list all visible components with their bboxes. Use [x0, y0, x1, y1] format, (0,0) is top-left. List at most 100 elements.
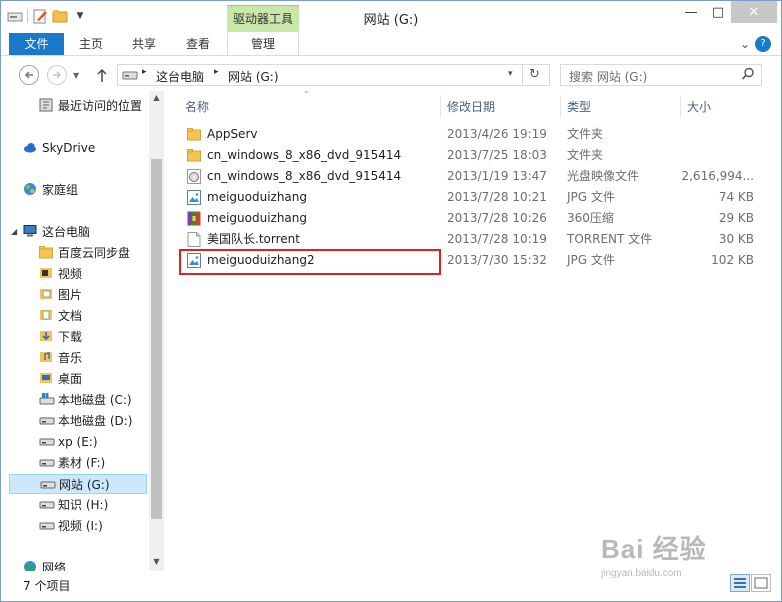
file-name: cn_windows_8_x86_dvd_915414 — [207, 169, 402, 183]
breadcrumb-drive-g[interactable]: 网站 (G:) — [228, 68, 279, 85]
file-type: 360压缩 — [567, 211, 614, 225]
sidebar-item[interactable]: xp (E:) — [9, 432, 98, 452]
navigation-pane: 最近访问的位置 SkyDrive 家庭组 ◢ 这台电脑 百度云同步盘视频图片 文档 下载音乐桌… — [9, 91, 149, 571]
videos-icon — [39, 266, 53, 280]
expand-arrow-icon[interactable]: ◢ — [11, 222, 17, 242]
file-type: JPG 文件 — [567, 253, 615, 267]
tab-view[interactable]: 查看 — [173, 33, 223, 55]
search-input[interactable]: 搜索 网站 (G:) — [569, 68, 647, 85]
sidebar-item[interactable]: 下载 — [9, 327, 82, 347]
sidebar-item[interactable]: 网络 — [9, 558, 66, 571]
forward-button[interactable] — [47, 65, 67, 85]
sidebar-item-label: 音乐 — [58, 351, 83, 365]
address-dropdown-icon[interactable]: ▾ — [508, 69, 513, 79]
sort-ascending-icon: ⌃ — [303, 90, 310, 99]
watermark-url: jingyan.baidu.com — [601, 568, 682, 579]
search-icon[interactable] — [741, 67, 755, 84]
file-row[interactable]: cn_windows_8_x86_dvd_915414 2013/1/19 13:… — [179, 166, 764, 187]
sidebar-item[interactable]: 本地磁盘 (D:) — [9, 411, 132, 431]
drive-icon — [122, 69, 138, 84]
up-button[interactable] — [95, 67, 109, 86]
sidebar-item[interactable]: 网站 (G:) — [9, 474, 147, 494]
sidebar-item[interactable]: 桌面 — [9, 369, 82, 389]
file-type: 光盘映像文件 — [567, 169, 640, 183]
desktop-icon — [39, 371, 53, 385]
sidebar-item[interactable]: 文档 — [9, 306, 82, 326]
breadcrumb-this-pc[interactable]: 这台电脑 — [156, 68, 204, 85]
file-row[interactable]: meiguoduizhang 2013/7/28 10:21 JPG 文件 74 KB — [179, 187, 764, 208]
back-arrow-icon — [24, 71, 33, 79]
sidebar-item-label: 视频 — [58, 267, 83, 281]
file-row[interactable]: 美国队长.torrent 2013/7/28 10:19 TORRENT 文件 30 … — [179, 229, 764, 250]
drive-icon — [40, 477, 56, 491]
column-header-name[interactable]: 名称 — [185, 97, 209, 117]
sidebar-item-label: 视频 (I:) — [58, 519, 103, 533]
sidebar-item[interactable]: 本地磁盘 (C:) — [9, 390, 132, 410]
sidebar-item[interactable]: 知识 (H:) — [9, 495, 108, 515]
ribbon-expand-icon[interactable]: ⌄ — [737, 33, 753, 55]
column-header-type[interactable]: 类型 — [567, 97, 591, 117]
sidebar-item-label: 桌面 — [58, 372, 83, 386]
scroll-down-icon[interactable]: ▼ — [151, 557, 162, 566]
sidebar-item[interactable]: ◢ 这台电脑 — [9, 222, 90, 242]
tab-home[interactable]: 主页 — [67, 33, 115, 55]
scroll-up-icon[interactable]: ▲ — [151, 93, 162, 102]
column-header-date[interactable]: 修改日期 — [447, 97, 495, 117]
folder-icon — [39, 245, 53, 259]
sidebar-item-label: 家庭组 — [42, 183, 79, 197]
drive-icon — [39, 497, 55, 511]
sidebar-item[interactable]: 最近访问的位置 — [9, 96, 142, 116]
computer-icon — [23, 224, 37, 238]
close-button[interactable]: ✕ — [731, 1, 777, 23]
file-type: TORRENT 文件 — [567, 232, 653, 246]
sidebar-item-label: 网站 (G:) — [59, 478, 110, 492]
tab-share[interactable]: 共享 — [119, 33, 169, 55]
sidebar-item[interactable]: 视频 — [9, 264, 82, 284]
file-size: 29 KB — [718, 211, 754, 225]
back-button[interactable] — [19, 65, 39, 85]
watermark-logo: Bai 经验 — [601, 534, 707, 564]
address-bar[interactable]: ▸ 这台电脑 ▸ 网站 (G:) ▾ ↻ — [117, 64, 550, 86]
file-name: AppServ — [207, 127, 258, 141]
navigation-scrollbar-thumb[interactable] — [151, 159, 162, 519]
downloads-icon — [39, 329, 53, 343]
homegroup-icon — [23, 182, 37, 196]
sidebar-item[interactable]: SkyDrive — [9, 138, 95, 158]
sidebar-item[interactable]: 素材 (F:) — [9, 453, 105, 473]
baidu-watermark: Bai 经验 jingyan.baidu.com — [601, 529, 707, 579]
minimize-button[interactable]: — — [677, 1, 705, 23]
column-header-size[interactable]: 大小 — [687, 97, 711, 117]
recent-locations-icon[interactable]: ▼ — [73, 71, 79, 80]
file-date: 2013/7/28 10:26 — [447, 211, 547, 225]
highlight-box — [179, 249, 441, 275]
search-box[interactable]: 搜索 网站 (G:) — [560, 64, 762, 86]
file-row[interactable]: cn_windows_8_x86_dvd_915414 2013/7/25 18:… — [179, 145, 764, 166]
sidebar-item-label: 本地磁盘 (D:) — [58, 414, 133, 428]
file-size: 30 KB — [718, 232, 754, 246]
sidebar-item[interactable]: 图片 — [9, 285, 82, 305]
forward-arrow-icon — [53, 71, 62, 79]
tab-manage[interactable]: 管理 — [227, 33, 299, 55]
sidebar-item[interactable]: 音乐 — [9, 348, 82, 368]
help-icon[interactable]: ? — [755, 36, 771, 52]
file-name: meiguoduizhang — [207, 190, 308, 204]
sidebar-item[interactable]: 视频 (I:) — [9, 516, 103, 536]
file-date: 2013/7/28 10:19 — [447, 232, 547, 246]
maximize-button[interactable]: □ — [705, 1, 731, 23]
sidebar-item-label: 本地磁盘 (C:) — [58, 393, 132, 407]
window-title: 网站 (G:) — [363, 13, 419, 28]
file-type: 文件夹 — [567, 127, 604, 141]
drive-icon — [39, 434, 55, 448]
tab-file[interactable]: 文件 — [9, 33, 64, 55]
explorer-window: ▼ 驱动器工具 网站 (G:) — □ ✕ 文件 主页 共享 查看 管理 ⌄ ?… — [0, 0, 782, 602]
recent-places-icon — [39, 98, 53, 112]
large-icons-view-button[interactable] — [751, 574, 771, 592]
sidebar-item[interactable]: 百度云同步盘 — [9, 243, 130, 263]
file-row[interactable]: AppServ 2013/4/26 19:19 文件夹 — [179, 124, 764, 145]
file-size: 102 KB — [711, 253, 754, 267]
file-type: 文件夹 — [567, 148, 604, 162]
sidebar-item[interactable]: 家庭组 — [9, 180, 78, 200]
details-view-button[interactable] — [730, 574, 750, 592]
file-row[interactable]: meiguoduizhang 2013/7/28 10:26 360压缩 29 KB — [179, 208, 764, 229]
refresh-icon[interactable]: ↻ — [529, 67, 540, 82]
